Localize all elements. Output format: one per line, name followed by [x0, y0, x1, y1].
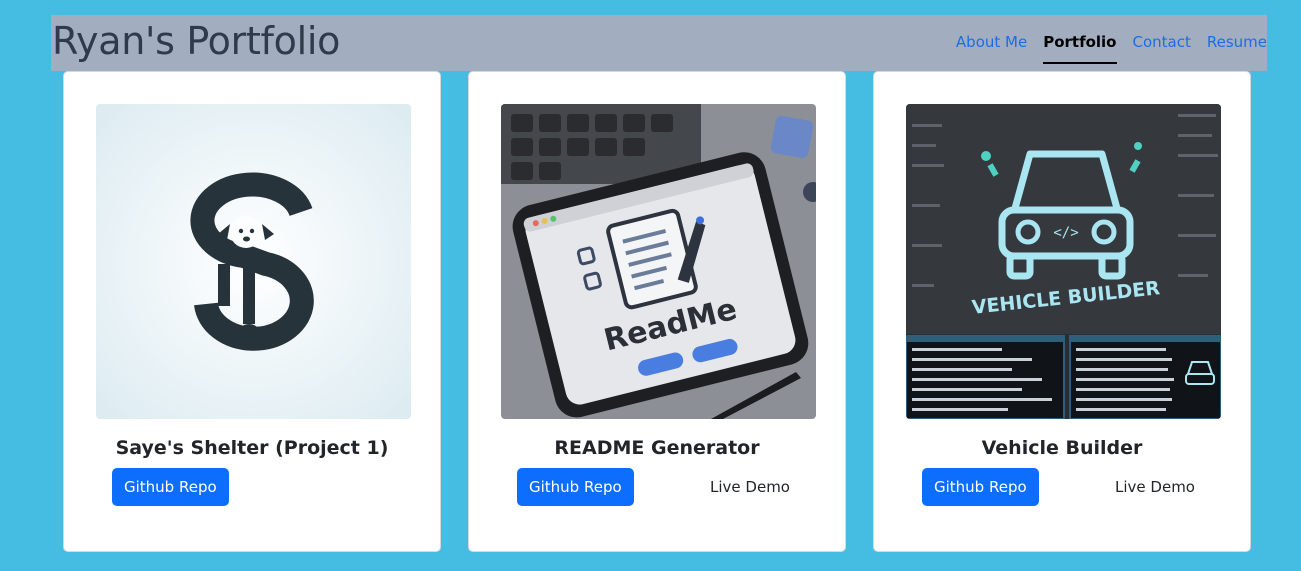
project-image: ReadMe — [501, 104, 816, 419]
project-image: </> VEHICLE BUILDER — [906, 104, 1221, 419]
readme-tablet-icon: ReadMe — [501, 104, 816, 419]
dollar-dog-logo-icon — [96, 104, 411, 419]
project-title: Vehicle Builder — [981, 437, 1143, 459]
github-repo-button[interactable]: Github Repo — [517, 468, 634, 506]
live-demo-link[interactable]: Live Demo — [1106, 468, 1204, 506]
project-title: Saye's Shelter (Project 1) — [115, 437, 389, 459]
project-image — [96, 104, 411, 419]
nav-link-resume[interactable]: Resume — [1207, 29, 1267, 64]
project-title: README Generator — [554, 437, 760, 459]
site-title: Ryan's Portfolio — [52, 19, 341, 63]
nav-link-portfolio[interactable]: Portfolio — [1043, 29, 1117, 64]
svg-text:</>: </> — [1053, 225, 1078, 241]
site-header: Ryan's Portfolio About Me Portfolio Cont… — [51, 15, 1267, 71]
nav-link-contact[interactable]: Contact — [1133, 29, 1191, 64]
car-neon-icon: </> VEHICLE BUILDER — [906, 104, 1221, 419]
live-demo-link[interactable]: Live Demo — [701, 468, 799, 506]
project-card-readme-generator: ReadMe README Generator Github Repo Live… — [468, 71, 846, 552]
project-card-sayes-shelter: Saye's Shelter (Project 1) Github Repo — [63, 71, 441, 552]
github-repo-button[interactable]: Github Repo — [112, 468, 229, 506]
main-nav: About Me Portfolio Contact Resume — [956, 29, 1267, 64]
project-card-vehicle-builder: </> VEHICLE BUILDER Vehicle Builder Gith… — [873, 71, 1251, 552]
github-repo-button[interactable]: Github Repo — [922, 468, 1039, 506]
nav-link-about-me[interactable]: About Me — [956, 29, 1027, 64]
